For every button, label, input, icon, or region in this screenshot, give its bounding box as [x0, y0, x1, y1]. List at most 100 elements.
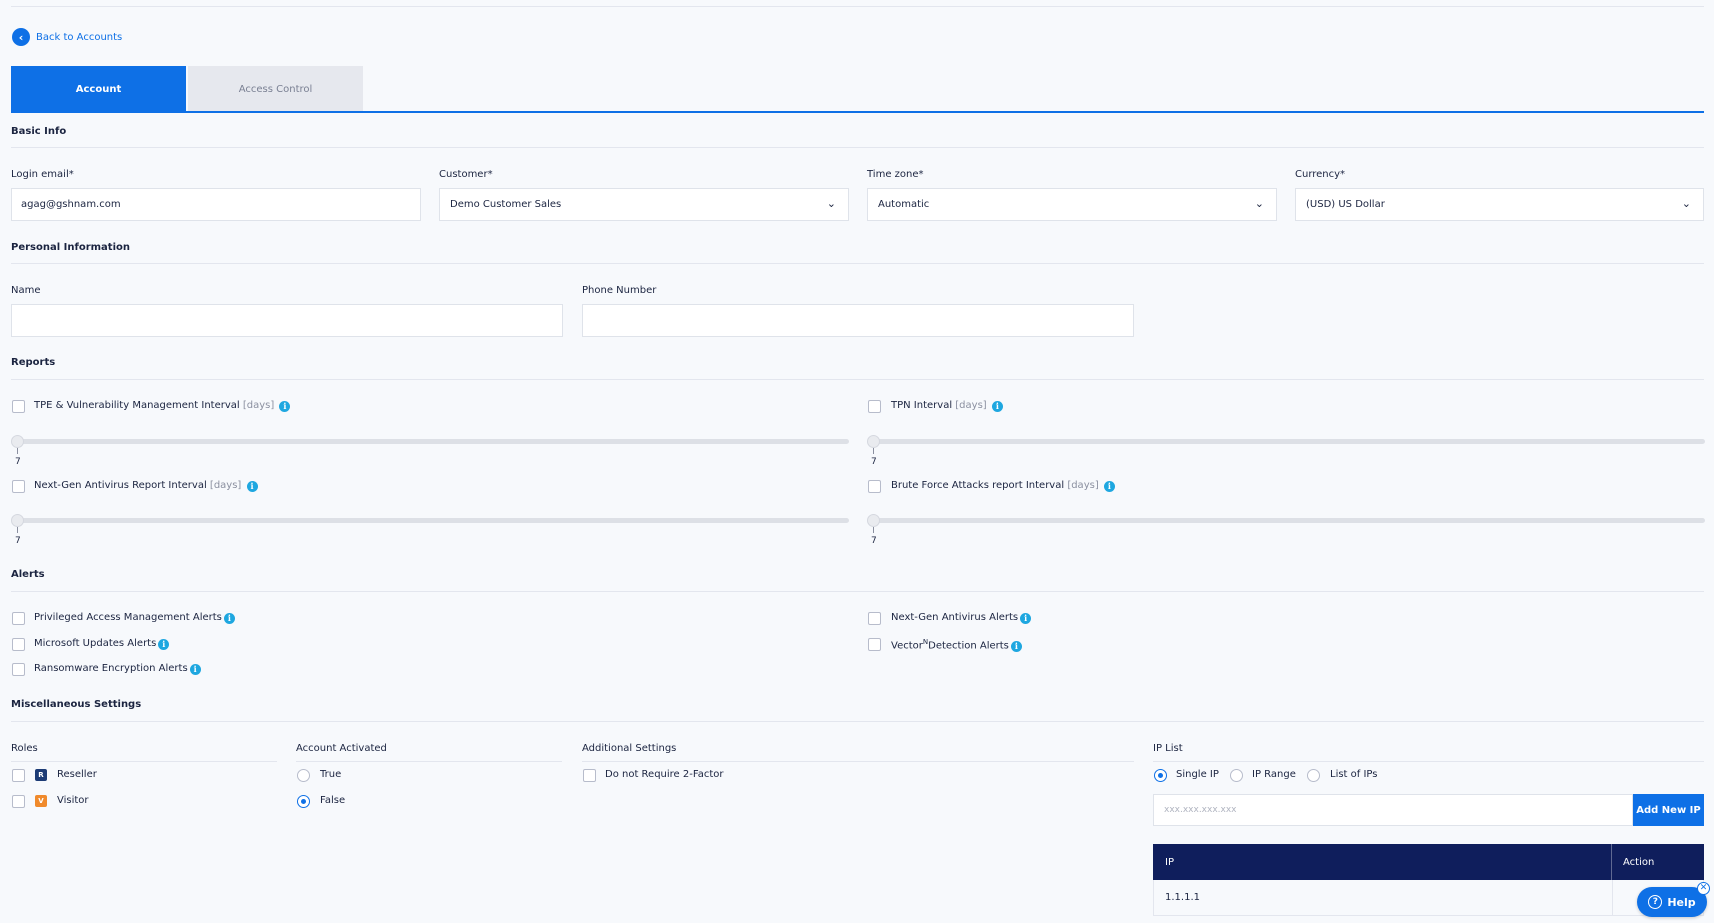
role-reseller-checkbox[interactable]: [12, 769, 25, 782]
days-unit: [days]: [1067, 480, 1099, 491]
currency-value: (USD) US Dollar: [1306, 199, 1385, 210]
phone-field[interactable]: [582, 304, 1134, 337]
ip-mode-list-label: List of IPs: [1330, 769, 1378, 780]
help-button[interactable]: ? Help: [1637, 887, 1707, 917]
slider-tick: [17, 527, 18, 533]
no-2fa-label: Do not Require 2-Factor: [605, 769, 724, 780]
close-icon[interactable]: ✕: [1697, 882, 1710, 895]
report-brute-force-slider[interactable]: [867, 514, 1705, 527]
info-icon: i: [223, 613, 235, 624]
alert-ms-updates-checkbox[interactable]: [12, 638, 25, 651]
alert-label-text: Next-Gen Antivirus Alerts: [891, 612, 1019, 623]
chevron-down-icon: ⌄: [826, 197, 836, 210]
report-tpe-slider[interactable]: [11, 435, 849, 448]
question-circle-icon: ?: [1648, 895, 1663, 909]
report-tpe-checkbox[interactable]: [12, 400, 25, 413]
name-label: Name: [11, 285, 41, 296]
no-2fa-checkbox[interactable]: [583, 769, 596, 782]
activated-false-radio[interactable]: [297, 795, 310, 808]
alert-pam-checkbox[interactable]: [12, 612, 25, 625]
section-title-reports: Reports: [11, 357, 56, 368]
report-tpn-label: TPN Interval [days] i: [891, 400, 1003, 412]
chevron-left-icon: ‹: [12, 28, 30, 46]
report-tpn-slider[interactable]: [867, 435, 1705, 448]
alert-ngav-checkbox[interactable]: [868, 612, 881, 625]
slider-tick: [873, 527, 874, 533]
role-visitor-label: Visitor: [57, 795, 89, 806]
report-tpe-label: TPE & Vulnerability Management Interval …: [34, 400, 291, 412]
roles-label: Roles: [11, 743, 38, 754]
alert-ransomware-checkbox[interactable]: [12, 663, 25, 676]
ip-input[interactable]: xxx.xxx.xxx.xxx: [1153, 794, 1633, 826]
report-tpn-checkbox[interactable]: [868, 400, 881, 413]
currency-select[interactable]: (USD) US Dollar ⌄: [1295, 188, 1704, 221]
activated-false-label: False: [320, 795, 346, 806]
name-field[interactable]: [11, 304, 563, 337]
info-icon: i: [1020, 613, 1032, 624]
ip-mode-range-radio[interactable]: [1230, 769, 1243, 782]
section-divider: [11, 379, 1704, 380]
tab-access-control[interactable]: Access Control: [188, 66, 363, 112]
alert-ms-updates-label: Microsoft Updates Alerts i: [34, 638, 170, 650]
chevron-down-icon: ⌄: [1254, 197, 1264, 210]
role-visitor-checkbox[interactable]: [12, 795, 25, 808]
reseller-badge: R: [35, 769, 47, 781]
customer-value: Demo Customer Sales: [450, 199, 562, 210]
report-ngav-label: Next-Gen Antivirus Report Interval [days…: [34, 480, 258, 492]
add-new-ip-button[interactable]: Add New IP: [1633, 794, 1704, 826]
report-brute-force-checkbox[interactable]: [868, 480, 881, 493]
login-email-value: agag@gshnam.com: [21, 199, 121, 210]
info-icon: i: [189, 664, 201, 675]
section-title-misc: Miscellaneous Settings: [11, 699, 142, 710]
additional-settings-label: Additional Settings: [582, 743, 677, 754]
report-label-text: Brute Force Attacks report Interval: [891, 480, 1065, 491]
ip-input-placeholder: xxx.xxx.xxx.xxx: [1164, 805, 1237, 815]
info-icon: i: [158, 639, 170, 650]
back-to-accounts-link[interactable]: ‹ Back to Accounts: [12, 28, 122, 46]
slider-handle[interactable]: [867, 514, 880, 527]
customer-select[interactable]: Demo Customer Sales ⌄: [439, 188, 849, 221]
section-divider: [11, 591, 1704, 592]
phone-label: Phone Number: [582, 285, 657, 296]
alert-ransomware-label: Ransomware Encryption Alerts i: [34, 663, 201, 675]
alert-label-text: Vector: [891, 640, 923, 652]
alert-label-text: Microsoft Updates Alerts: [34, 638, 157, 649]
ip-cell: 1.1.1.1: [1154, 880, 1613, 915]
report-label-text: TPN Interval: [891, 400, 953, 411]
alert-vectorn-checkbox[interactable]: [868, 638, 881, 651]
activated-true-radio[interactable]: [297, 769, 310, 782]
info-icon: i: [991, 401, 1003, 412]
account-activated-label: Account Activated: [296, 743, 387, 754]
info-icon: i: [246, 481, 258, 492]
report-brute-force-label: Brute Force Attacks report Interval [day…: [891, 480, 1115, 492]
report-ngav-checkbox[interactable]: [12, 480, 25, 493]
roles-divider: [11, 761, 277, 762]
currency-label: Currency*: [1295, 169, 1346, 180]
tab-underline: [11, 111, 1704, 113]
tab-account[interactable]: Account: [11, 66, 186, 112]
role-reseller-label: Reseller: [57, 769, 97, 780]
action-column-header: Action: [1623, 856, 1655, 868]
ip-table-header: IP Action: [1153, 844, 1704, 880]
days-unit: [days]: [209, 480, 242, 491]
ip-mode-list-radio[interactable]: [1307, 769, 1320, 782]
section-divider: [11, 263, 1704, 264]
ip-column-header: IP: [1153, 844, 1612, 880]
slider-tick: [17, 448, 18, 454]
slider-value: 7: [15, 457, 21, 467]
top-divider: [11, 6, 1704, 7]
report-ngav-slider[interactable]: [11, 514, 849, 527]
ip-list-label: IP List: [1153, 743, 1183, 754]
ip-mode-range-label: IP Range: [1252, 769, 1296, 780]
slider-handle[interactable]: [11, 435, 24, 448]
info-icon: i: [1103, 481, 1115, 492]
info-icon: i: [1010, 641, 1022, 653]
slider-handle[interactable]: [867, 435, 880, 448]
ip-mode-single-radio[interactable]: [1154, 769, 1167, 782]
login-email-field[interactable]: agag@gshnam.com: [11, 188, 421, 221]
customer-label: Customer*: [439, 169, 493, 180]
info-icon: i: [279, 401, 291, 412]
timezone-select[interactable]: Automatic ⌄: [867, 188, 1277, 221]
slider-value: 7: [15, 536, 21, 546]
slider-handle[interactable]: [11, 514, 24, 527]
